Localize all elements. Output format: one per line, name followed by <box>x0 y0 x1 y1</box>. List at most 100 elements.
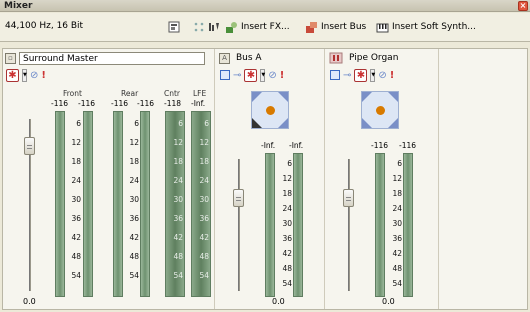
properties-icon[interactable] <box>168 21 180 33</box>
bus-a-fader[interactable] <box>233 189 244 207</box>
dim-output-icon[interactable] <box>208 21 220 33</box>
bus-a-icon[interactable]: A <box>219 52 230 64</box>
center-scale: 6 12 18 24 30 36 42 48 54 <box>163 111 183 297</box>
surround-panner[interactable] <box>361 91 399 129</box>
surround-fx-row: ✱ ▼ ⊘ ! <box>6 68 46 82</box>
scale-tick: 42 <box>71 233 81 242</box>
scale-tick: 54 <box>173 271 183 280</box>
front-scale: 6 12 18 24 30 36 42 48 54 <box>61 111 81 297</box>
routing-icon[interactable]: ⊸ <box>343 70 351 81</box>
panner-arrow-icon <box>362 118 372 128</box>
scale-tick: 12 <box>199 138 209 147</box>
fx-dropdown-icon[interactable]: ▼ <box>22 68 27 82</box>
scale-tick: 54 <box>199 271 209 280</box>
instrument-icon[interactable] <box>329 52 343 64</box>
scale-tick: 42 <box>392 249 402 258</box>
scale-tick: 30 <box>392 219 402 228</box>
surround-master-name[interactable]: Surround Master <box>19 51 205 65</box>
lfe-scale: 6 12 18 24 30 36 42 48 54 <box>189 111 209 297</box>
fx-bypass-icon[interactable]: ⊘ <box>268 70 276 81</box>
scale-tick: 42 <box>282 249 292 258</box>
rear-scale: 6 12 18 24 30 36 42 48 54 <box>119 111 139 297</box>
scale-tick: 30 <box>282 219 292 228</box>
scale-tick: 36 <box>392 234 402 243</box>
scale-tick: 36 <box>129 214 139 223</box>
track-output-icon[interactable] <box>330 70 340 80</box>
peak-readout[interactable]: -Inf. <box>191 99 205 108</box>
scale-tick: 48 <box>129 252 139 261</box>
peak-readout[interactable]: -116 <box>51 99 68 108</box>
peak-readout[interactable]: -116 <box>137 99 154 108</box>
scale-tick: 54 <box>71 271 81 280</box>
fx-gear-icon[interactable]: ✱ <box>6 68 19 82</box>
surround-panner[interactable] <box>251 91 289 129</box>
fader-track <box>348 159 350 291</box>
master-fader[interactable] <box>24 137 35 155</box>
fx-bypass-icon[interactable]: ⊘ <box>30 70 38 81</box>
scale-tick: 12 <box>392 174 402 183</box>
peak-readout[interactable]: -116 <box>111 99 128 108</box>
gain-readout[interactable]: 0.0 <box>382 297 395 306</box>
scale-tick: 18 <box>282 189 292 198</box>
peak-readout[interactable]: -118 <box>164 99 181 108</box>
pipe-organ-name[interactable]: Pipe Organ <box>346 52 398 65</box>
scale-tick: 12 <box>173 138 183 147</box>
peak-readout[interactable]: -116 <box>399 141 416 150</box>
fader-track <box>238 159 240 291</box>
fx-bypass-icon[interactable]: ⊘ <box>378 70 386 81</box>
close-button[interactable]: × <box>518 1 528 11</box>
panner-arrow-icon <box>278 92 288 102</box>
scale-tick: 18 <box>129 157 139 166</box>
master-icon[interactable]: ▫ <box>5 52 16 64</box>
scale-tick: 48 <box>392 264 402 273</box>
pipe-organ-fader[interactable] <box>343 189 354 207</box>
scale-tick: 54 <box>282 279 292 288</box>
scale-tick: 24 <box>173 176 183 185</box>
front-right-meter <box>83 111 93 297</box>
fx-dropdown-icon[interactable]: ▼ <box>370 68 376 82</box>
insert-fx-label: Insert FX... <box>241 22 290 32</box>
surround-master-header: ▫ Surround Master <box>5 51 205 65</box>
scale-tick: 36 <box>199 214 209 223</box>
scale-tick: 18 <box>199 157 209 166</box>
insert-fx-button[interactable]: Insert FX... <box>225 19 290 35</box>
downmix-icon[interactable] <box>193 21 205 33</box>
scale-tick: 30 <box>129 195 139 204</box>
panner-arrow-icon <box>362 92 372 102</box>
fx-dropdown-icon[interactable]: ▼ <box>260 68 266 82</box>
warning-icon: ! <box>41 69 46 81</box>
cntr-label: Cntr <box>164 89 181 98</box>
insert-soft-synth-button[interactable]: Insert Soft Synth... <box>376 19 476 35</box>
gain-readout[interactable]: 0.0 <box>272 297 285 306</box>
fx-gear-icon[interactable]: ✱ <box>244 68 258 82</box>
peak-readout[interactable]: -116 <box>371 141 388 150</box>
gain-readout[interactable]: 0.0 <box>23 297 36 306</box>
scale-tick: 12 <box>129 138 139 147</box>
insert-bus-button[interactable]: Insert Bus <box>305 19 366 35</box>
keyboard-icon <box>376 23 389 32</box>
pan-position-dot[interactable] <box>266 106 275 115</box>
fx-gear-icon[interactable]: ✱ <box>354 68 368 82</box>
audio-format-label: 44,100 Hz, 16 Bit <box>5 21 84 31</box>
panner-arrow-icon <box>388 92 398 102</box>
bus-a-fx-row: ⊸ ✱ ▼ ⊘ ! <box>220 68 284 82</box>
bus-output-icon[interactable] <box>220 70 230 80</box>
scale-tick: 6 <box>204 119 209 128</box>
panner-arrow-icon <box>388 118 398 128</box>
scale-tick: 48 <box>199 252 209 261</box>
peak-readout[interactable]: -Inf. <box>261 141 275 150</box>
scale-tick: 6 <box>287 159 292 168</box>
scale-tick: 54 <box>392 279 402 288</box>
routing-icon[interactable]: ⊸ <box>233 70 241 81</box>
insert-soft-synth-label: Insert Soft Synth... <box>392 22 476 32</box>
bus-a-right-meter <box>293 153 303 297</box>
pipe-organ-strip: Pipe Organ ⊸ ✱ ▼ ⊘ ! -116 -116 6 12 18 2… <box>327 49 439 309</box>
scale-tick: 42 <box>199 233 209 242</box>
peak-readout[interactable]: -116 <box>78 99 95 108</box>
panner-arrow-icon <box>252 92 262 102</box>
scale-tick: 6 <box>397 159 402 168</box>
peak-readout[interactable]: -Inf. <box>289 141 303 150</box>
insert-bus-label: Insert Bus <box>321 22 367 32</box>
pan-position-dot[interactable] <box>376 106 385 115</box>
bus-a-name[interactable]: Bus A <box>233 52 262 65</box>
